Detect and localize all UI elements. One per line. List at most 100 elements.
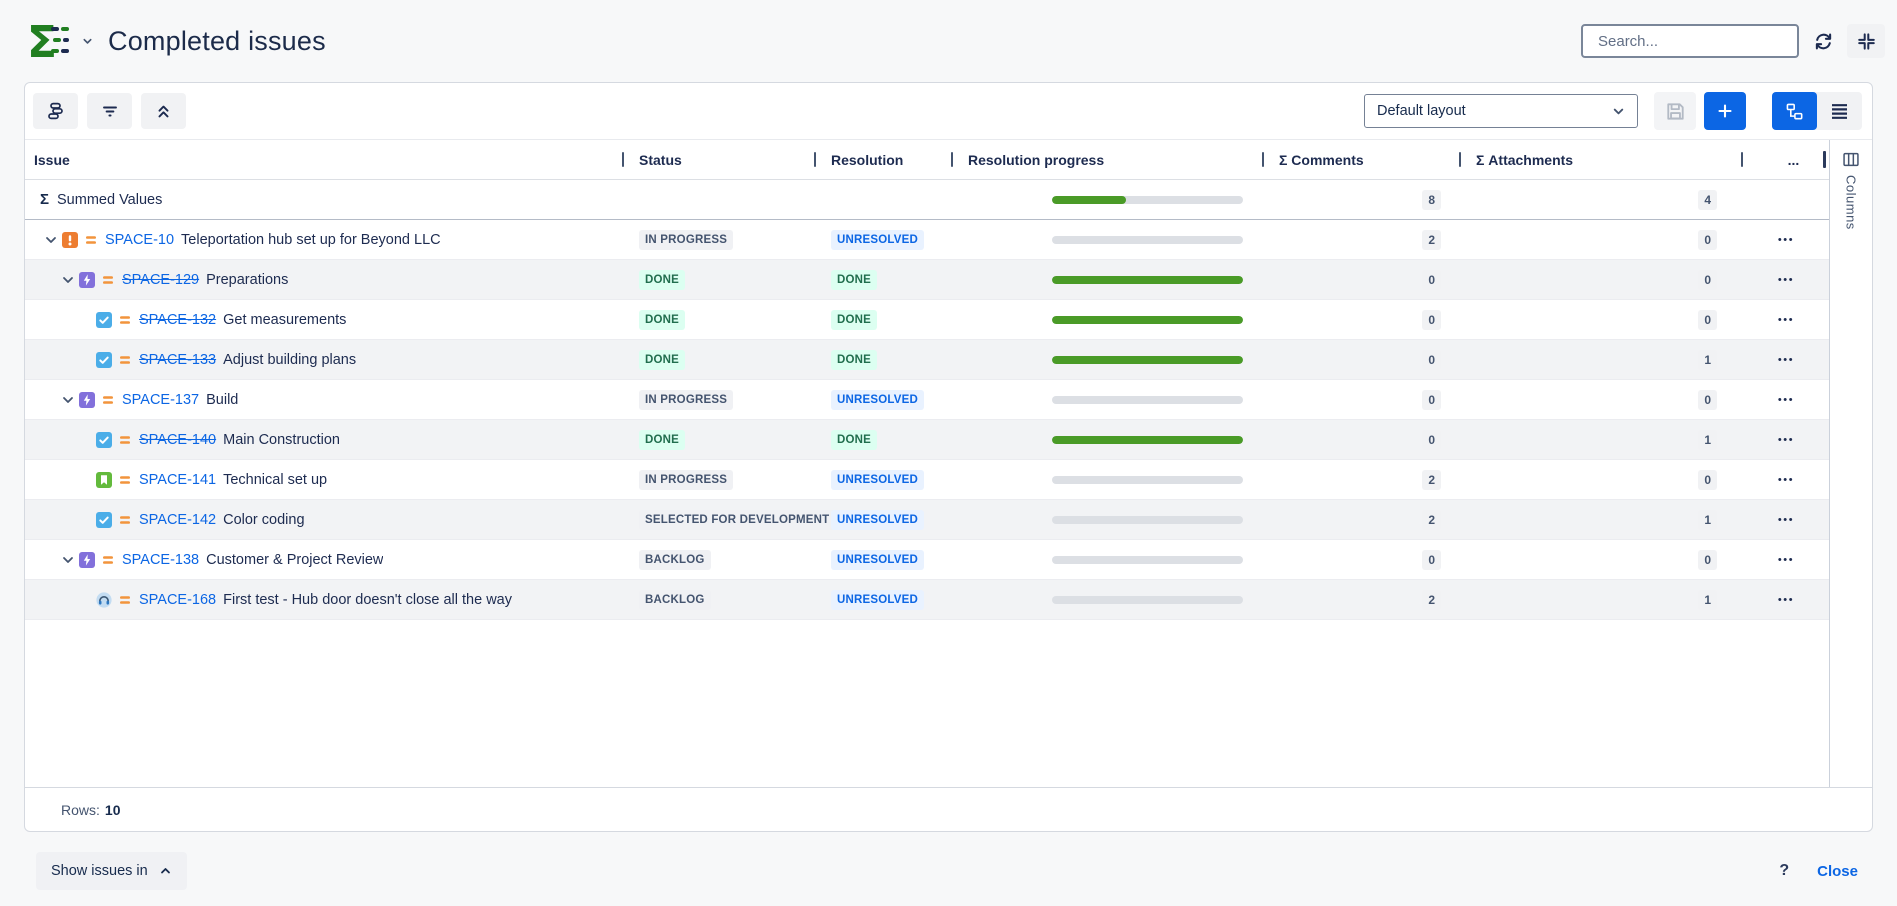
status-badge: DONE: [639, 310, 685, 330]
add-item-button[interactable]: [1704, 92, 1746, 130]
view-toggle: [1772, 92, 1862, 130]
issue-key-link[interactable]: SPACE-168: [139, 592, 216, 608]
attachments-count: 1: [1698, 350, 1717, 370]
issue-key-link[interactable]: SPACE-137: [122, 392, 199, 408]
chevron-down-icon[interactable]: [43, 233, 59, 247]
issues-table: Issue Status Resolution Resolution progr…: [25, 140, 1872, 787]
row-actions-button[interactable]: •••: [1776, 394, 1794, 406]
comments-count: 0: [1422, 550, 1441, 570]
resolution-progress-bar: [1052, 396, 1243, 404]
issue-key-link[interactable]: SPACE-142: [139, 512, 216, 528]
close-button[interactable]: Close: [1817, 863, 1858, 880]
attachments-count: 0: [1698, 230, 1717, 250]
table-row[interactable]: SPACE-10Teleportation hub set up for Bey…: [25, 220, 1829, 260]
comments-count: 0: [1422, 390, 1441, 410]
status-badge: BACKLOG: [639, 550, 711, 570]
layout-select-value: Default layout: [1377, 103, 1466, 119]
structure-panel: Default layout: [24, 82, 1873, 832]
collapse-all-button[interactable]: [141, 93, 186, 129]
resolution-badge: UNRESOLVED: [831, 390, 924, 410]
column-header-resolution[interactable]: Resolution: [814, 140, 951, 179]
attachments-count: 0: [1698, 550, 1717, 570]
refresh-button[interactable]: [1805, 24, 1841, 58]
table-row[interactable]: SPACE-138Customer & Project ReviewBACKLO…: [25, 540, 1829, 580]
row-actions-button[interactable]: •••: [1776, 314, 1794, 326]
chevron-down-icon[interactable]: [60, 553, 76, 567]
column-header-status[interactable]: Status: [622, 140, 814, 179]
table-empty-area: [25, 620, 1829, 787]
issue-key-link[interactable]: SPACE-129: [122, 272, 199, 288]
group-by-button[interactable]: [33, 93, 78, 129]
priority-medium-icon: [101, 553, 115, 567]
row-actions-button[interactable]: •••: [1776, 274, 1794, 286]
table-row[interactable]: SPACE-129PreparationsDONEDONE00•••: [25, 260, 1829, 300]
resolution-badge: DONE: [831, 430, 877, 450]
resolution-badge: UNRESOLVED: [831, 230, 924, 250]
issue-key-link[interactable]: SPACE-141: [139, 472, 216, 488]
compress-button[interactable]: [1847, 24, 1885, 58]
search-box[interactable]: [1581, 24, 1799, 58]
attachments-count: 0: [1698, 270, 1717, 290]
plus-icon: [1717, 103, 1733, 119]
hierarchy-view-button[interactable]: [1772, 92, 1817, 130]
sigma-icon: Σ: [25, 191, 49, 208]
search-input[interactable]: [1598, 33, 1797, 50]
table-row[interactable]: SPACE-132Get measurementsDONEDONE00•••: [25, 300, 1829, 340]
resolution-progress-bar: [1052, 556, 1243, 564]
column-header-sum-attachments[interactable]: Σ Attachments: [1459, 140, 1741, 179]
table-row[interactable]: SPACE-133Adjust building plansDONEDONE01…: [25, 340, 1829, 380]
filter-icon: [101, 103, 119, 120]
row-actions-button[interactable]: •••: [1776, 474, 1794, 486]
attachments-count: 0: [1698, 470, 1717, 490]
summary-progress-fill: [1052, 196, 1126, 204]
row-actions-button[interactable]: •••: [1776, 554, 1794, 566]
structure-picker-chevron-down-icon[interactable]: [82, 36, 93, 47]
comments-count: 2: [1422, 230, 1441, 250]
save-layout-button[interactable]: [1654, 92, 1696, 130]
row-actions-button[interactable]: •••: [1776, 234, 1794, 246]
task-icon: [96, 312, 112, 328]
row-actions-button[interactable]: •••: [1776, 514, 1794, 526]
table-row[interactable]: SPACE-141Technical set upIN PROGRESSUNRE…: [25, 460, 1829, 500]
issue-key-link[interactable]: SPACE-138: [122, 552, 199, 568]
summary-progress-bar: [1052, 196, 1243, 204]
row-actions-button[interactable]: •••: [1776, 434, 1794, 446]
structure-logo-icon: Σ: [27, 18, 73, 64]
chevron-down-icon[interactable]: [60, 393, 76, 407]
status-badge: IN PROGRESS: [639, 230, 733, 250]
chevron-down-icon[interactable]: [60, 273, 76, 287]
columns-grid-icon: [1843, 152, 1859, 167]
priority-medium-icon: [101, 273, 115, 287]
priority-medium-icon: [84, 233, 98, 247]
priority-medium-icon: [118, 593, 132, 607]
table-row[interactable]: SPACE-142Color codingSELECTED FOR DEVELO…: [25, 500, 1829, 540]
table-row[interactable]: SPACE-140Main ConstructionDONEDONE01•••: [25, 420, 1829, 460]
issue-key-link[interactable]: SPACE-140: [139, 432, 216, 448]
collapse-all-icon: [155, 103, 172, 120]
row-actions-button[interactable]: •••: [1776, 354, 1794, 366]
issue-summary: Main Construction: [223, 432, 340, 448]
column-header-more[interactable]: ...: [1741, 140, 1829, 179]
story-icon: [96, 472, 112, 488]
layout-select[interactable]: Default layout: [1364, 94, 1638, 128]
columns-panel-toggle[interactable]: Columns: [1829, 140, 1872, 787]
rows-count-label: Rows:: [61, 802, 100, 818]
group-by-icon: [47, 102, 65, 120]
issue-key-link[interactable]: SPACE-10: [105, 232, 174, 248]
column-header-sum-comments[interactable]: Σ Comments: [1262, 140, 1459, 179]
comments-count: 0: [1422, 430, 1441, 450]
filter-button[interactable]: [87, 93, 132, 129]
table-row[interactable]: SPACE-168First test - Hub door doesn't c…: [25, 580, 1829, 620]
column-header-resolution-progress[interactable]: Resolution progress: [951, 140, 1262, 179]
status-badge: BACKLOG: [639, 590, 711, 610]
column-header-issue[interactable]: Issue: [25, 140, 622, 179]
resolution-progress-bar: [1052, 436, 1243, 444]
table-row[interactable]: SPACE-137BuildIN PROGRESSUNRESOLVED00•••: [25, 380, 1829, 420]
incident-icon: [62, 232, 78, 248]
list-view-button[interactable]: [1817, 92, 1862, 130]
issue-key-link[interactable]: SPACE-132: [139, 312, 216, 328]
row-actions-button[interactable]: •••: [1776, 594, 1794, 606]
issue-key-link[interactable]: SPACE-133: [139, 352, 216, 368]
show-issues-in-button[interactable]: Show issues in: [36, 852, 187, 890]
help-button[interactable]: ?: [1779, 862, 1789, 880]
